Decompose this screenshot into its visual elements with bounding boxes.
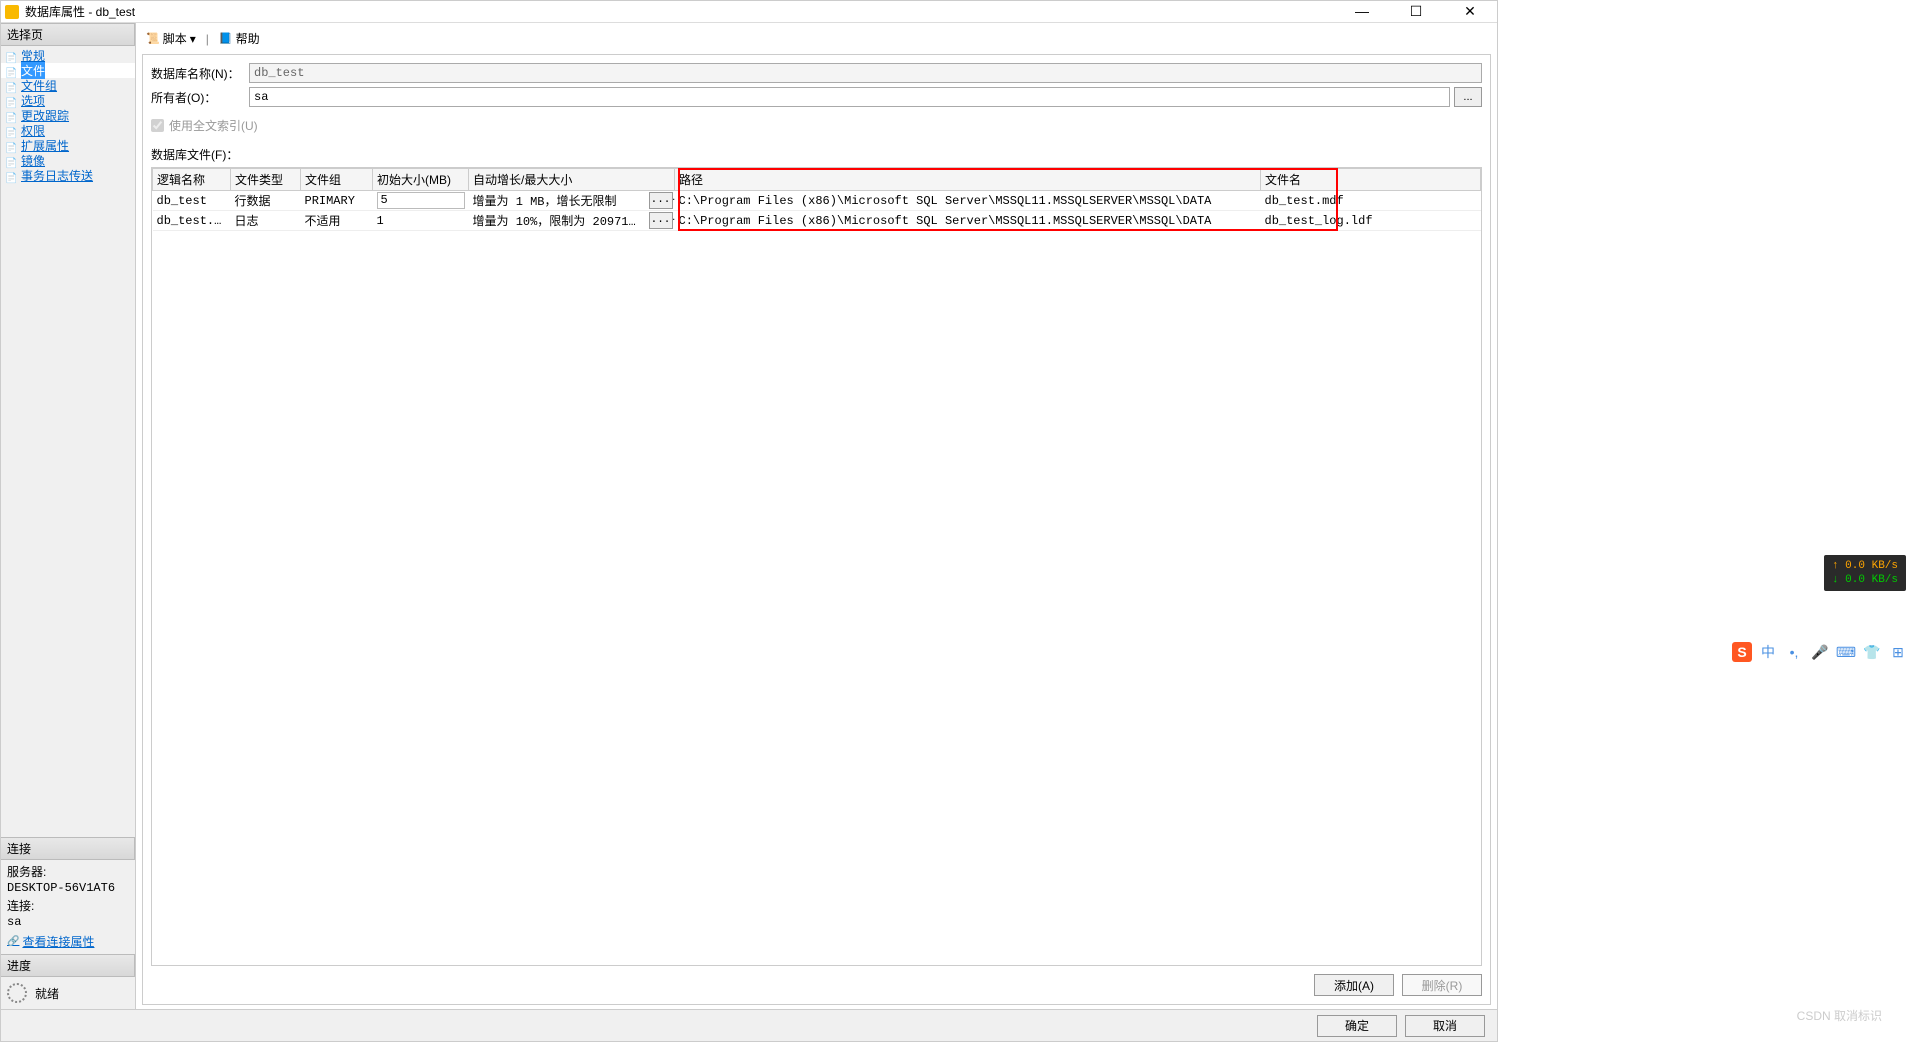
view-connection-link[interactable]: 查看连接属性 [7, 934, 94, 950]
cell-grow-btn: ... [645, 191, 675, 211]
download-speed: ↓ 0.0 KB/s [1832, 573, 1898, 587]
cell-size: 1 [373, 211, 469, 231]
sidebar-item-权限[interactable]: 权限 [1, 123, 135, 138]
col-filename[interactable]: 文件名 [1261, 169, 1481, 191]
ime-toolbar[interactable]: S 中 •, 🎤 ⌨ 👕 ⊞ [1732, 642, 1908, 662]
cell-name: db_test [153, 191, 231, 211]
cell-type: 日志 [231, 211, 301, 231]
cell-path: C:\Program Files (x86)\Microsoft SQL Ser… [675, 211, 1261, 231]
cell-size: 5 [373, 191, 469, 211]
progress-header: 进度 [1, 954, 135, 977]
cell-name: db_test... [153, 211, 231, 231]
ime-logo-icon[interactable]: S [1732, 642, 1752, 662]
page-icon [5, 125, 19, 137]
page-icon [5, 155, 19, 167]
files-section-label: 数据库文件(F)： [151, 146, 1482, 163]
add-button[interactable]: 添加(A) [1314, 974, 1394, 996]
server-label: 服务器: [7, 864, 129, 880]
window-title: 数据库属性 - db_test [25, 3, 1347, 20]
page-icon [5, 65, 19, 77]
progress-status: 就绪 [35, 985, 59, 1002]
connection-header: 连接 [1, 837, 135, 860]
sidebar-item-镜像[interactable]: 镜像 [1, 153, 135, 168]
col-autogrow[interactable]: 自动增长/最大大小 [469, 169, 675, 191]
files-table-container: 逻辑名称 文件类型 文件组 初始大小(MB) 自动增长/最大大小 路径 文件名 … [151, 167, 1482, 966]
spinner-icon [7, 983, 27, 1003]
remove-button: 删除(R) [1402, 974, 1482, 996]
maximize-button[interactable]: ☐ [1401, 3, 1431, 20]
cell-grow: 增量为 10%，限制为 20971... [469, 211, 645, 231]
col-logical-name[interactable]: 逻辑名称 [153, 169, 231, 191]
col-path[interactable]: 路径 [675, 169, 1261, 191]
ime-toolbox-icon[interactable]: ⊞ [1888, 642, 1908, 662]
script-button[interactable]: 脚本 ▾ [142, 29, 200, 48]
size-input[interactable]: 5 [377, 192, 465, 209]
col-file-group[interactable]: 文件组 [301, 169, 373, 191]
select-page-header: 选择页 [1, 23, 135, 46]
cancel-button[interactable]: 取消 [1405, 1015, 1485, 1037]
owner-input[interactable] [249, 87, 1450, 107]
server-value: DESKTOP-56V1AT6 [7, 880, 129, 896]
close-button[interactable]: ✕ [1455, 3, 1485, 20]
page-icon [5, 140, 19, 152]
conn-label: 连接: [7, 898, 129, 914]
ime-skin-icon[interactable]: 👕 [1862, 642, 1882, 662]
sidebar-item-文件[interactable]: 文件 [1, 63, 135, 78]
page-icon [5, 170, 19, 182]
sidebar-item-更改跟踪[interactable]: 更改跟踪 [1, 108, 135, 123]
minimize-button[interactable]: — [1347, 3, 1377, 20]
table-row[interactable]: db_test...日志不适用1增量为 10%，限制为 20971......C… [153, 211, 1481, 231]
conn-value: sa [7, 914, 129, 930]
network-overlay: ↑ 0.0 KB/s ↓ 0.0 KB/s [1824, 555, 1906, 591]
sidebar: 选择页 常规文件文件组选项更改跟踪权限扩展属性镜像事务日志传送 连接 服务器: … [1, 23, 136, 1009]
window-titlebar: 数据库属性 - db_test — ☐ ✕ [1, 1, 1497, 23]
fulltext-checkbox [151, 119, 164, 132]
ime-lang-icon[interactable]: 中 [1758, 642, 1778, 662]
sidebar-item-扩展属性[interactable]: 扩展属性 [1, 138, 135, 153]
cell-path: C:\Program Files (x86)\Microsoft SQL Ser… [675, 191, 1261, 211]
cell-fname: db_test.mdf [1261, 191, 1481, 211]
page-icon [5, 50, 19, 62]
col-file-type[interactable]: 文件类型 [231, 169, 301, 191]
owner-label: 所有者(O)： [151, 89, 249, 106]
page-icon [5, 95, 19, 107]
cell-group: PRIMARY [301, 191, 373, 211]
upload-speed: ↑ 0.0 KB/s [1832, 559, 1898, 573]
table-row[interactable]: db_test行数据PRIMARY5增量为 1 MB，增长无限制...C:\Pr… [153, 191, 1481, 211]
watermark: CSDN 取消标识 [1797, 1007, 1882, 1024]
fulltext-label: 使用全文索引(U) [169, 117, 258, 134]
sidebar-item-文件组[interactable]: 文件组 [1, 78, 135, 93]
page-icon [5, 80, 19, 92]
toolbar-separator: | [206, 32, 209, 46]
page-icon [5, 110, 19, 122]
sidebar-item-label: 事务日志传送 [21, 167, 93, 184]
files-table: 逻辑名称 文件类型 文件组 初始大小(MB) 自动增长/最大大小 路径 文件名 … [152, 168, 1481, 231]
cell-grow: 增量为 1 MB，增长无限制 [469, 191, 645, 211]
db-name-label: 数据库名称(N)： [151, 65, 249, 82]
owner-browse-button[interactable]: ... [1454, 87, 1482, 107]
cell-fname: db_test_log.ldf [1261, 211, 1481, 231]
ok-button[interactable]: 确定 [1317, 1015, 1397, 1037]
cell-group: 不适用 [301, 211, 373, 231]
autogrow-browse-button[interactable]: ... [649, 212, 673, 229]
ime-keyboard-icon[interactable]: ⌨ [1836, 642, 1856, 662]
sidebar-item-事务日志传送[interactable]: 事务日志传送 [1, 168, 135, 183]
autogrow-browse-button[interactable]: ... [649, 192, 673, 209]
db-name-input [249, 63, 1482, 83]
sidebar-item-选项[interactable]: 选项 [1, 93, 135, 108]
col-init-size[interactable]: 初始大小(MB) [373, 169, 469, 191]
cell-type: 行数据 [231, 191, 301, 211]
cell-grow-btn: ... [645, 211, 675, 231]
sidebar-item-常规[interactable]: 常规 [1, 48, 135, 63]
help-button[interactable]: 帮助 [215, 29, 264, 48]
database-icon [5, 5, 19, 19]
ime-mic-icon[interactable]: 🎤 [1810, 642, 1830, 662]
ime-punct-icon[interactable]: •, [1784, 642, 1804, 662]
